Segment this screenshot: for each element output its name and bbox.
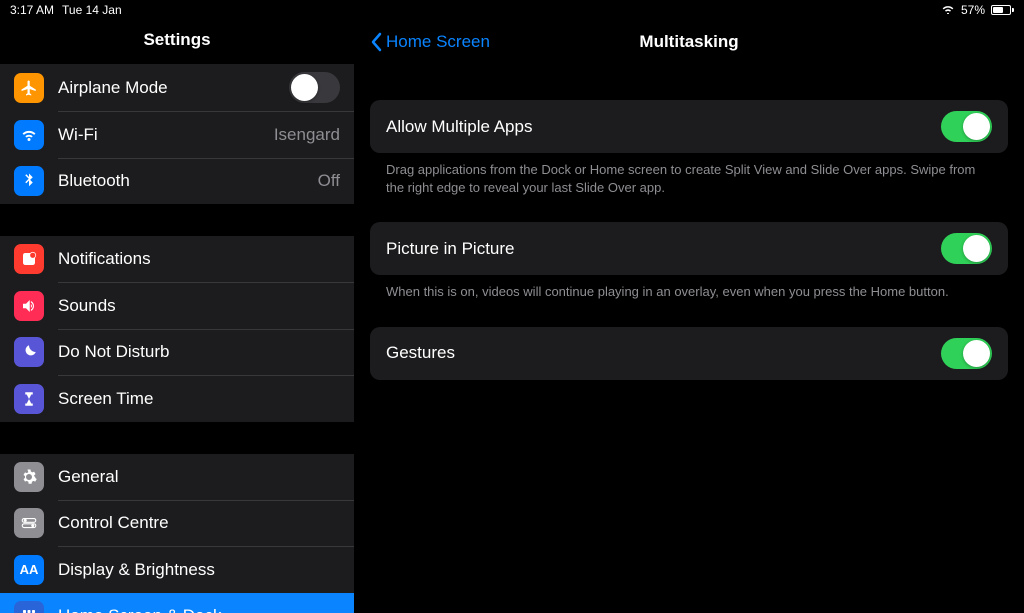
- sidebar-item-label: Sounds: [58, 296, 340, 316]
- sidebar-item-label: Screen Time: [58, 389, 340, 409]
- row-label: Gestures: [386, 343, 455, 363]
- sidebar-item-wifi[interactable]: Wi-Fi Isengard: [0, 112, 354, 158]
- sidebar-item-label: Airplane Mode: [58, 78, 289, 98]
- screentime-icon: [14, 384, 44, 414]
- sidebar-item-label: Wi-Fi: [58, 125, 274, 145]
- sidebar-item-bluetooth[interactable]: Bluetooth Off: [0, 158, 354, 204]
- detail-pane: Home Screen Multitasking Allow Multiple …: [354, 20, 1024, 613]
- display-icon: AA: [14, 555, 44, 585]
- sounds-icon: [14, 291, 44, 321]
- row-footer: Drag applications from the Dock or Home …: [370, 153, 1008, 196]
- sidebar-item-sounds[interactable]: Sounds: [0, 283, 354, 329]
- battery-icon: [991, 5, 1014, 15]
- battery-percent: 57%: [961, 3, 985, 17]
- sidebar-item-label: Bluetooth: [58, 171, 318, 191]
- picture-in-picture-toggle[interactable]: [941, 233, 992, 264]
- sidebar-item-controlcentre[interactable]: Control Centre: [0, 500, 354, 546]
- bluetooth-value: Off: [318, 171, 340, 191]
- sidebar-item-label: Control Centre: [58, 513, 340, 533]
- row-gestures[interactable]: Gestures: [370, 327, 1008, 380]
- homescreen-icon: [14, 601, 44, 613]
- dnd-icon: [14, 337, 44, 367]
- sidebar-item-label: Home Screen & Dock: [58, 606, 340, 613]
- detail-title: Multitasking: [639, 32, 738, 52]
- sidebar-item-display[interactable]: AA Display & Brightness: [0, 547, 354, 593]
- row-label: Picture in Picture: [386, 239, 515, 259]
- airplane-toggle[interactable]: [289, 72, 340, 103]
- sidebar-item-general[interactable]: General: [0, 454, 354, 500]
- bluetooth-icon: [14, 166, 44, 196]
- chevron-left-icon: [370, 32, 382, 52]
- sidebar-item-dnd[interactable]: Do Not Disturb: [0, 329, 354, 375]
- row-picture-in-picture[interactable]: Picture in Picture: [370, 222, 1008, 275]
- status-time: 3:17 AM: [10, 3, 54, 17]
- sidebar-item-airplane[interactable]: Airplane Mode: [0, 64, 354, 111]
- general-icon: [14, 462, 44, 492]
- sidebar-item-notifications[interactable]: Notifications: [0, 236, 354, 282]
- sidebar-item-label: Notifications: [58, 249, 340, 269]
- gestures-toggle[interactable]: [941, 338, 992, 369]
- wifi-icon: [14, 120, 44, 150]
- detail-header: Home Screen Multitasking: [370, 20, 1008, 64]
- wifi-value: Isengard: [274, 125, 340, 145]
- battery-fill: [993, 7, 1003, 13]
- back-label: Home Screen: [386, 32, 490, 52]
- controlcentre-icon: [14, 508, 44, 538]
- status-bar: 3:17 AM Tue 14 Jan 57%: [0, 0, 1024, 20]
- allow-multiple-apps-toggle[interactable]: [941, 111, 992, 142]
- row-label: Allow Multiple Apps: [386, 117, 532, 137]
- sidebar-item-label: General: [58, 467, 340, 487]
- row-footer: When this is on, videos will continue pl…: [370, 275, 1008, 301]
- sidebar-item-label: Display & Brightness: [58, 560, 340, 580]
- sidebar-title: Settings: [0, 20, 354, 64]
- settings-sidebar: Settings Airplane Mode Wi-Fi Isengard: [0, 20, 354, 613]
- back-button[interactable]: Home Screen: [370, 32, 490, 52]
- sidebar-item-screentime[interactable]: Screen Time: [0, 376, 354, 422]
- sidebar-item-label: Do Not Disturb: [58, 342, 340, 362]
- sidebar-item-homescreen[interactable]: Home Screen & Dock: [0, 593, 354, 613]
- notifications-icon: [14, 244, 44, 274]
- row-allow-multiple-apps[interactable]: Allow Multiple Apps: [370, 100, 1008, 153]
- wifi-status-icon: [941, 3, 955, 17]
- status-date: Tue 14 Jan: [62, 3, 122, 17]
- airplane-icon: [14, 73, 44, 103]
